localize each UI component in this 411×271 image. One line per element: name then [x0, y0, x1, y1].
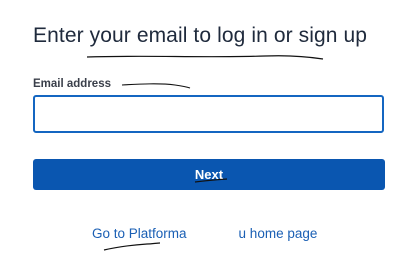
email-field[interactable] — [33, 95, 384, 133]
home-link-text-start: Go to Platforma — [92, 226, 187, 241]
page-title: Enter your email to log in or sign up — [33, 24, 368, 47]
home-link-text-end: u home page — [238, 226, 318, 241]
email-label: Email address — [33, 78, 111, 90]
pen-mark-label — [121, 83, 191, 89]
redaction-gap — [186, 226, 239, 240]
pen-underline-title — [86, 55, 324, 60]
pen-underline-link — [103, 242, 161, 251]
home-page-link[interactable]: Go to Platforma u home page — [92, 226, 317, 241]
next-button[interactable]: Next — [33, 159, 385, 190]
